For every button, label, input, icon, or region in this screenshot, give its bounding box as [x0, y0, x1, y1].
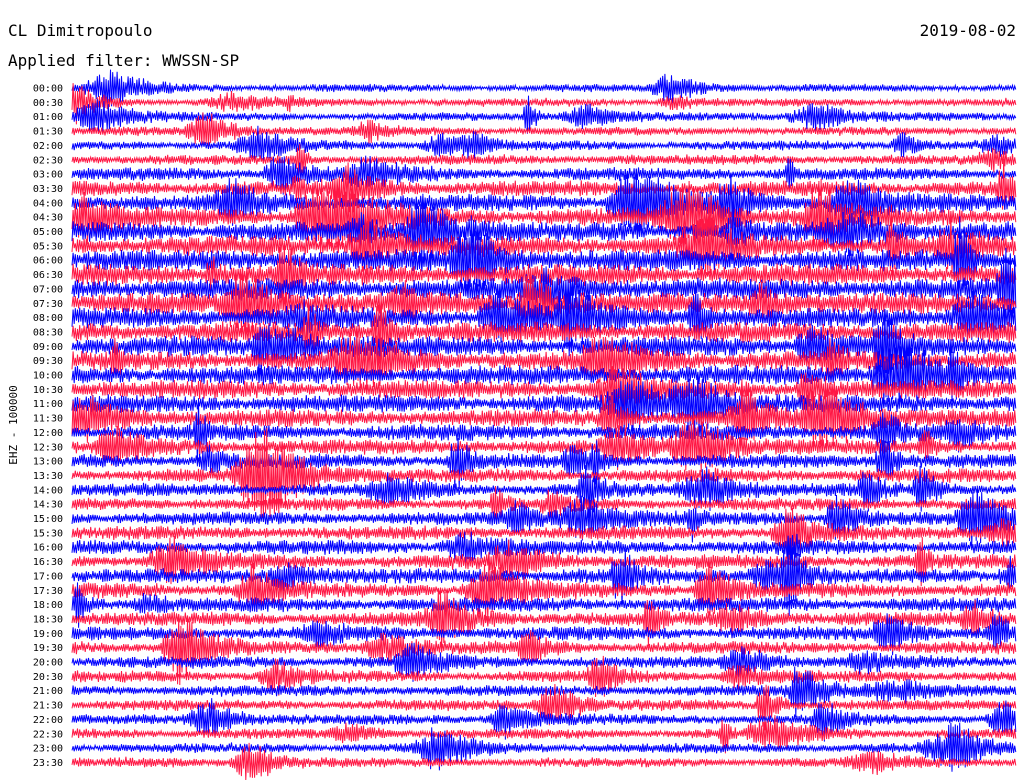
hour-label: 02:30	[33, 155, 63, 166]
hour-label: 10:30	[33, 385, 63, 396]
hour-label: 00:00	[33, 84, 63, 95]
hour-label: 20:00	[33, 658, 63, 669]
chart-title: CL Dimitropoulo	[8, 21, 153, 40]
hour-label: 07:30	[33, 299, 63, 310]
hour-label: 19:30	[33, 643, 63, 654]
hour-label: 23:30	[33, 758, 63, 769]
hour-label: 10:00	[33, 371, 63, 382]
hour-label: 13:30	[33, 471, 63, 482]
hour-label: 05:00	[33, 227, 63, 238]
hour-label: 12:30	[33, 442, 63, 453]
hour-label: 14:30	[33, 500, 63, 511]
hour-label: 21:00	[33, 686, 63, 697]
hour-label: 07:00	[33, 284, 63, 295]
hour-label: 15:00	[33, 514, 63, 525]
hour-label: 17:00	[33, 571, 63, 582]
hour-label: 06:00	[33, 256, 63, 267]
hour-label: 21:30	[33, 701, 63, 712]
hour-label: 22:00	[33, 715, 63, 726]
hour-label: 16:00	[33, 543, 63, 554]
hour-label: 15:30	[33, 528, 63, 539]
hour-label: 08:00	[33, 313, 63, 324]
chart-date: 2019-08-02	[920, 21, 1016, 40]
hour-label: 06:30	[33, 270, 63, 281]
hour-label: 00:30	[33, 98, 63, 109]
hour-label: 04:30	[33, 213, 63, 224]
hour-label: 16:30	[33, 557, 63, 568]
hour-label: 03:30	[33, 184, 63, 195]
hour-label: 14:00	[33, 485, 63, 496]
hour-label: 11:30	[33, 414, 63, 425]
hour-label: 01:30	[33, 127, 63, 138]
hour-label: 19:00	[33, 629, 63, 640]
hour-label: 03:00	[33, 170, 63, 181]
y-axis-label: EHZ - 100000	[7, 385, 20, 464]
hour-label: 18:30	[33, 614, 63, 625]
hour-label: 09:00	[33, 342, 63, 353]
hour-label: 17:30	[33, 586, 63, 597]
hour-label: 04:00	[33, 198, 63, 209]
hour-label: 05:30	[33, 241, 63, 252]
hour-label: 23:00	[33, 744, 63, 755]
hour-label: 12:00	[33, 428, 63, 439]
hour-label: 13:00	[33, 457, 63, 468]
helicorder-chart: 00:00 00:30 01:00 01:30 02:00 02:30 03:00 03:30…	[0, 0, 1024, 780]
hour-label: 20:30	[33, 672, 63, 683]
hour-label: 09:30	[33, 356, 63, 367]
hour-label: 08:30	[33, 327, 63, 338]
hour-label: 11:00	[33, 399, 63, 410]
hour-label: 01:00	[33, 112, 63, 123]
hour-label: 22:30	[33, 729, 63, 740]
chart-subtitle: Applied filter: WWSSN-SP	[8, 51, 239, 70]
hour-label: 18:00	[33, 600, 63, 611]
hour-label: 02:00	[33, 141, 63, 152]
